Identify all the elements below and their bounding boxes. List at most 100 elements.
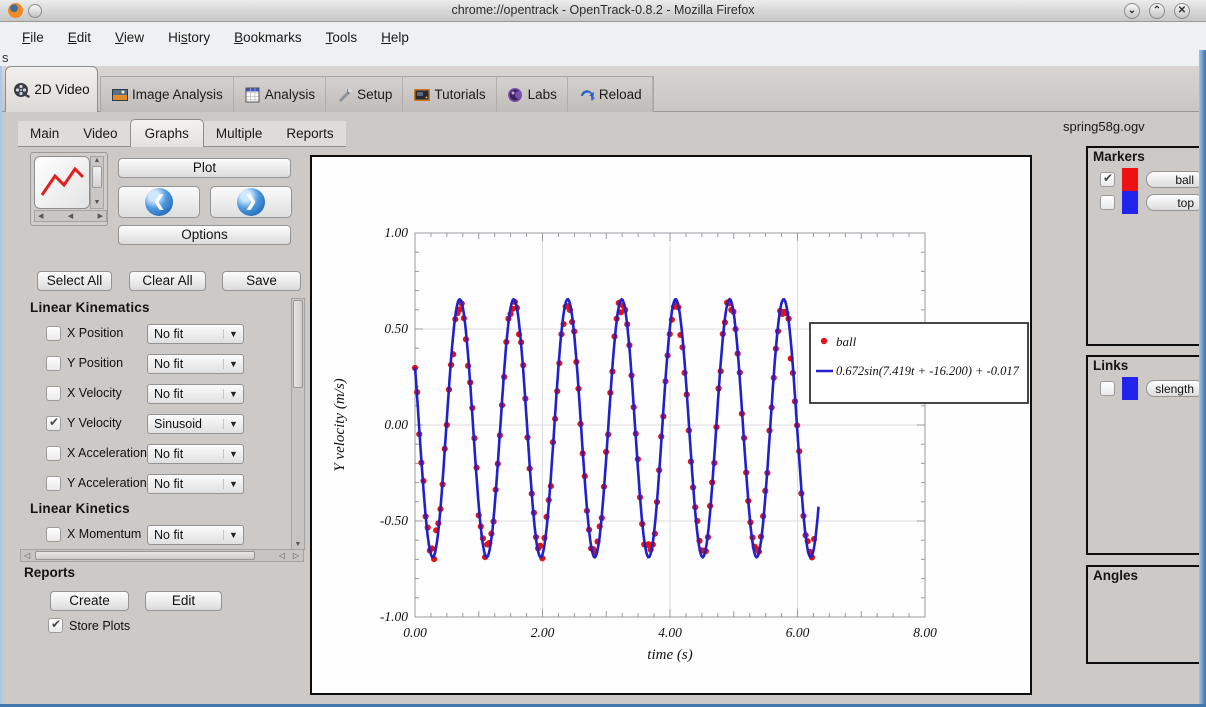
window-title: chrome://opentrack - OpenTrack-0.8.2 - M… bbox=[0, 3, 1206, 17]
toolbar-tab-image-analysis[interactable]: Image Analysis bbox=[101, 77, 234, 112]
y-position-checkbox[interactable] bbox=[46, 356, 61, 371]
svg-text:0.672sin(7.419t + -16.200) + -: 0.672sin(7.419t + -16.200) + -0.017 bbox=[836, 364, 1020, 378]
toolbar-tab-label: Image Analysis bbox=[132, 87, 223, 102]
plot-button[interactable]: Plot bbox=[118, 158, 291, 178]
section-title: Linear Kinematics bbox=[30, 300, 288, 315]
tab-graphs[interactable]: Graphs bbox=[130, 119, 204, 147]
x-acceleration-checkbox[interactable] bbox=[46, 446, 61, 461]
app-window: chrome://opentrack - OpenTrack-0.8.2 - M… bbox=[0, 0, 1206, 707]
menu-help[interactable]: Help bbox=[371, 28, 419, 47]
minimize-icon[interactable]: ⌄ bbox=[1124, 3, 1140, 19]
toolbar-tab-label: Analysis bbox=[265, 87, 315, 102]
title-bar[interactable]: chrome://opentrack - OpenTrack-0.8.2 - M… bbox=[0, 0, 1206, 22]
links-row-slength: slength bbox=[1088, 377, 1204, 400]
y-velocity-checkbox[interactable]: ✔ bbox=[46, 416, 61, 431]
next-plot-button[interactable]: ❯ bbox=[210, 186, 292, 218]
quantity-label: X Momentum bbox=[61, 527, 147, 543]
edit-report-button[interactable]: Edit bbox=[145, 591, 222, 611]
fit-value: No fit bbox=[148, 447, 223, 461]
toolbar-tab-2d-video[interactable]: 2D Video bbox=[5, 66, 98, 112]
svg-text:6.00: 6.00 bbox=[786, 625, 810, 640]
menu-bookmarks[interactable]: Bookmarks bbox=[224, 28, 312, 47]
previous-plot-button[interactable]: ❮ bbox=[118, 186, 200, 218]
toolbar-tab-tutorials[interactable]: Tutorials bbox=[403, 77, 496, 112]
x-momentum-fit-dropdown[interactable]: No fit▼ bbox=[147, 525, 244, 545]
fit-value: No fit bbox=[148, 387, 223, 401]
menu-view[interactable]: View bbox=[105, 28, 154, 47]
top-color-swatch[interactable] bbox=[1122, 191, 1138, 214]
x-velocity-fit-dropdown[interactable]: No fit▼ bbox=[147, 384, 244, 404]
toolbar-tab-reload[interactable]: Reload bbox=[568, 77, 653, 112]
y-position-fit-dropdown[interactable]: No fit▼ bbox=[147, 354, 244, 374]
top-visibility-checkbox[interactable] bbox=[1100, 195, 1115, 210]
clear-all-button[interactable]: Clear All bbox=[129, 271, 206, 291]
x-momentum-checkbox[interactable] bbox=[46, 527, 61, 542]
y-velocity-fit-dropdown[interactable]: Sinusoid▼ bbox=[147, 414, 244, 434]
list-vscrollbar[interactable]: ▼ bbox=[291, 298, 305, 550]
fit-value: No fit bbox=[148, 528, 223, 542]
reload-icon bbox=[578, 87, 596, 103]
svg-text:2.00: 2.00 bbox=[531, 625, 555, 640]
toolbar-tab-label: Setup bbox=[357, 87, 392, 102]
svg-text:1.00: 1.00 bbox=[384, 225, 408, 240]
svg-text:time (s): time (s) bbox=[647, 647, 692, 663]
plot-thumbnail-widget[interactable]: ▲▼ ◀◀▶ bbox=[30, 152, 108, 226]
menu-items: FileEditViewHistoryBookmarksToolsHelp bbox=[0, 22, 1206, 47]
quantity-row: X AccelerationNo fit▼ bbox=[30, 441, 288, 466]
y-acceleration-checkbox[interactable] bbox=[46, 476, 61, 491]
quantity-label: X Position bbox=[61, 326, 147, 342]
toolbar-tab-labs[interactable]: Labs bbox=[497, 77, 568, 112]
ball-button[interactable]: ball bbox=[1146, 171, 1204, 188]
close-icon[interactable]: ✕ bbox=[1174, 3, 1190, 19]
x-position-fit-dropdown[interactable]: No fit▼ bbox=[147, 324, 244, 344]
slength-button[interactable]: slength bbox=[1146, 380, 1204, 397]
fit-value: No fit bbox=[148, 327, 223, 341]
plot-area[interactable]: 0.002.004.006.008.001.000.500.00-0.50-1.… bbox=[310, 155, 1032, 695]
tab-reports[interactable]: Reports bbox=[274, 122, 345, 146]
quantity-label: Y Acceleration bbox=[61, 476, 147, 492]
menu-history[interactable]: History bbox=[158, 28, 220, 47]
x-position-checkbox[interactable] bbox=[46, 326, 61, 341]
toolbar-tab-label: Reload bbox=[599, 87, 642, 102]
x-velocity-checkbox[interactable] bbox=[46, 386, 61, 401]
chevron-down-icon: ▼ bbox=[223, 530, 243, 540]
angles-panel-title: Angles bbox=[1088, 567, 1204, 583]
store-plots-label: Store Plots bbox=[63, 619, 130, 633]
quantity-label: Y Velocity bbox=[61, 416, 147, 432]
ball-visibility-checkbox[interactable]: ✔ bbox=[1100, 172, 1115, 187]
svg-text:-1.00: -1.00 bbox=[380, 609, 408, 624]
maximize-icon[interactable]: ⌃ bbox=[1149, 3, 1165, 19]
toolbar-tab-analysis[interactable]: Analysis bbox=[234, 77, 326, 112]
y-acceleration-fit-dropdown[interactable]: No fit▼ bbox=[147, 474, 244, 494]
toolbar-tab-setup[interactable]: Setup bbox=[326, 77, 403, 112]
options-button[interactable]: Options bbox=[118, 225, 291, 245]
save-button[interactable]: Save bbox=[222, 271, 301, 291]
section-title: Linear Kinetics bbox=[30, 501, 288, 516]
create-report-button[interactable]: Create bbox=[50, 591, 129, 611]
thumbnail-hscrollbar[interactable]: ◀◀▶ bbox=[34, 210, 107, 222]
select-all-button[interactable]: Select All bbox=[37, 271, 112, 291]
slength-color-swatch[interactable] bbox=[1122, 377, 1138, 400]
thumbnail-vscrollbar[interactable]: ▲▼ bbox=[90, 156, 104, 209]
x-acceleration-fit-dropdown[interactable]: No fit▼ bbox=[147, 444, 244, 464]
top-button[interactable]: top bbox=[1146, 194, 1204, 211]
menu-tools[interactable]: Tools bbox=[316, 28, 368, 47]
ball-color-swatch[interactable] bbox=[1122, 168, 1138, 191]
store-plots-row: ✔ Store Plots bbox=[48, 618, 130, 633]
tab-main[interactable]: Main bbox=[18, 122, 71, 146]
toolbar-tab-label: 2D Video bbox=[34, 82, 89, 97]
menu-edit[interactable]: Edit bbox=[58, 28, 101, 47]
store-plots-checkbox[interactable]: ✔ bbox=[48, 618, 63, 633]
markers-panel: Markers ✔ ball top bbox=[1086, 146, 1206, 346]
angles-panel: Angles bbox=[1086, 565, 1206, 664]
tab-multiple[interactable]: Multiple bbox=[204, 122, 275, 146]
list-hscrollbar[interactable]: ◁ ◁ ▷ bbox=[20, 549, 304, 562]
slength-visibility-checkbox[interactable] bbox=[1100, 381, 1115, 396]
toolbar-tab-label: Labs bbox=[528, 87, 557, 102]
menu-file[interactable]: File bbox=[12, 28, 54, 47]
quantity-row: ✔Y VelocitySinusoid▼ bbox=[30, 411, 288, 436]
markers-panel-title: Markers bbox=[1088, 148, 1204, 164]
tools-icon bbox=[336, 87, 354, 103]
tab-video[interactable]: Video bbox=[71, 122, 129, 146]
svg-text:0.00: 0.00 bbox=[384, 417, 408, 432]
